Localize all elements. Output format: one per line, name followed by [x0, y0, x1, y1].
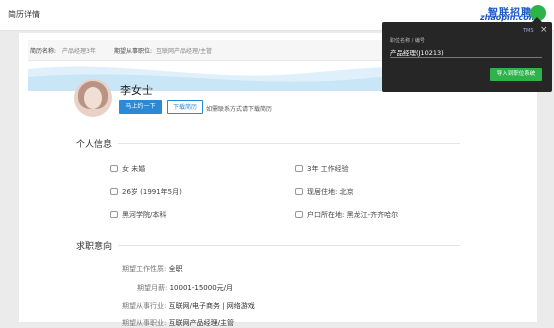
expected-position-value: 互联网产品经理/主管 [156, 48, 213, 55]
briefcase-icon [295, 165, 303, 172]
resume-name-value: 产品经理3年 [62, 48, 96, 55]
expected-occupation: 期望从事职业: 互联网产品经理/主管 [122, 319, 234, 327]
residence: 现居住地: 北京 [295, 187, 354, 197]
star-icon[interactable]: ★ [146, 84, 153, 93]
expected-industry: 期望从事行业: 互联网/电子商务 | 网络游戏 [122, 302, 255, 310]
graduation-cap-icon [110, 211, 118, 218]
import-popup: TMS × 职位名称 / 编号 产品经理(J10213) 导入到职位系统 [382, 17, 552, 92]
tms-tag: TMS [523, 28, 534, 34]
person-icon [110, 165, 118, 172]
job-nature: 期望工作性质: 全职 [122, 265, 183, 273]
section-title-job-intent: 求职意向 [76, 242, 113, 252]
download-hint: 如需联系方式请下载简历 [206, 106, 273, 113]
import-to-position-system-button[interactable]: 导入到职位系统 [490, 68, 542, 81]
building-icon [295, 188, 303, 195]
position-field-label: 职位名称 / 编号 [390, 38, 425, 44]
logo-en: zhaopin.com [480, 13, 538, 22]
section-title-personal: 个人信息 [76, 140, 113, 150]
close-icon[interactable]: × [540, 25, 548, 35]
cake-icon [110, 188, 118, 195]
contact-button[interactable]: 马上约一下 [119, 100, 162, 114]
resume-name-label: 简历名称: [30, 48, 57, 55]
age: 26岁 (1991年5月) [110, 187, 182, 197]
gender-marital: 女 未婚 [110, 164, 145, 174]
expected-position-label: 期望从事职位: [114, 48, 153, 55]
page-title: 简历详情 [8, 10, 40, 19]
expected-salary: 期望月薪: 10001-15000元/月 [137, 284, 234, 292]
hukou: 户口所在地: 黑龙江-齐齐哈尔 [295, 210, 398, 220]
position-field-value[interactable]: 产品经理(J10213) [390, 47, 444, 57]
work-experience: 3年 工作经验 [295, 164, 349, 174]
education: 黑河学院/本科 [110, 210, 166, 220]
avatar [74, 79, 112, 117]
home-icon [295, 211, 303, 218]
download-resume-button[interactable]: 下载简历 [167, 100, 203, 114]
